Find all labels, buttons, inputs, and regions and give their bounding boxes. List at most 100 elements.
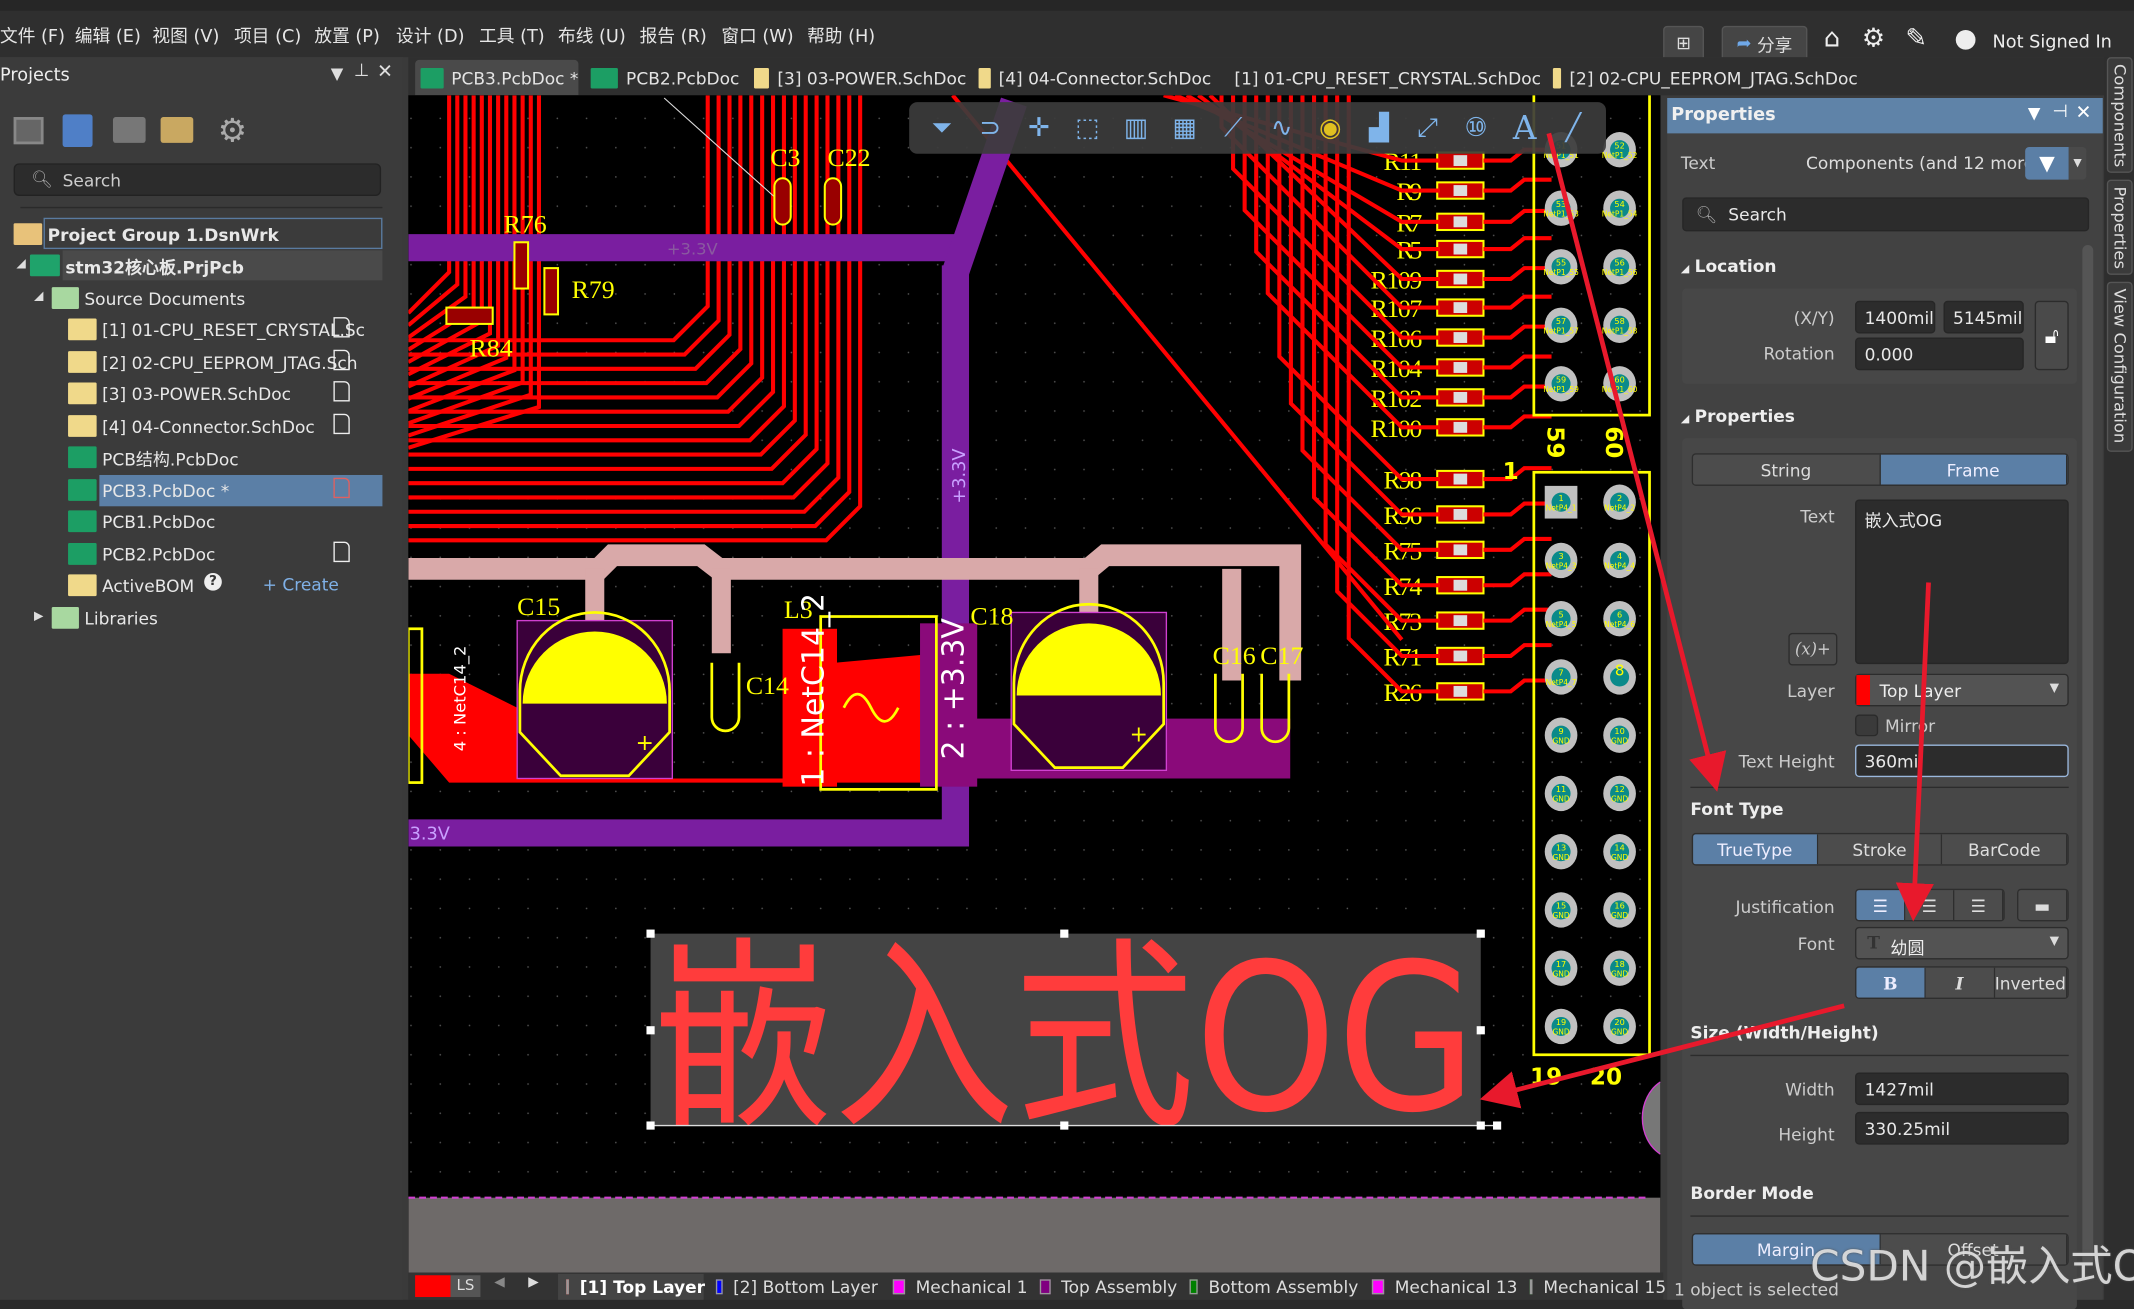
bold-button[interactable]: B bbox=[1856, 967, 1926, 998]
height-input[interactable]: 330.25mil bbox=[1855, 1111, 2069, 1145]
layer-scroll-right[interactable]: ▶ bbox=[524, 1275, 543, 1297]
font-select[interactable]: T 幼圆 ▼ bbox=[1855, 926, 2069, 960]
home-icon[interactable]: ⌂ bbox=[1824, 23, 1840, 53]
menu-item[interactable]: 窗口 (W) bbox=[721, 22, 793, 47]
y-input[interactable]: 5145mil bbox=[1943, 300, 2024, 334]
properties-scrollbar[interactable] bbox=[2082, 244, 2094, 1266]
pcb-drawing[interactable]: R11R9R7R5R109R107R106R104R102R100R98R96R… bbox=[408, 95, 1661, 1273]
smd-resistor[interactable] bbox=[513, 241, 530, 290]
panel-menu-icon[interactable]: ▼ bbox=[2028, 103, 2041, 122]
justify-center-button[interactable]: ☰ bbox=[1905, 890, 1955, 921]
smd-capacitor[interactable] bbox=[773, 177, 792, 226]
tree-item[interactable]: [1] 01-CPU_RESET_CRYSTAL.Sc bbox=[68, 314, 365, 344]
tree-item[interactable]: ActiveBOM? + Create bbox=[68, 570, 339, 600]
tree-item[interactable]: PCB3.PcbDoc * bbox=[68, 475, 350, 505]
inverted-button[interactable]: Inverted bbox=[1994, 967, 2068, 998]
layer-tab[interactable]: Bottom Assembly bbox=[1181, 1274, 1358, 1300]
polygon-icon[interactable]: ▟ bbox=[1359, 109, 1400, 147]
insert-expression-button[interactable]: (x)+ bbox=[1788, 632, 1838, 666]
tree-item[interactable]: PCB2.PcbDoc bbox=[68, 539, 350, 569]
properties-section-header[interactable]: ◢ Properties bbox=[1681, 406, 1795, 426]
toggle-option-string[interactable]: String bbox=[1693, 454, 1881, 485]
filter-button[interactable]: ▼ bbox=[2025, 146, 2069, 180]
tree-item[interactable]: ◢ Source Documents bbox=[34, 283, 246, 313]
expand-arrow-icon[interactable]: ▶ bbox=[34, 610, 43, 624]
length-tune-icon[interactable]: ∿ bbox=[1261, 109, 1302, 147]
tree-item[interactable]: ▶ Libraries bbox=[34, 603, 158, 633]
share-button[interactable]: ➦ 分享 bbox=[1721, 25, 1808, 62]
new-item-button[interactable]: ⊞ bbox=[1663, 25, 1704, 62]
via-icon[interactable]: ◉ bbox=[1310, 109, 1351, 147]
pcb-canvas[interactable]: R11 R9 R7 R5 R109 R107 R106 R104 R102 R100 R98 R96 R… bbox=[408, 95, 1661, 1273]
properties-search-input[interactable]: 🔍︎ Search bbox=[1682, 197, 2090, 232]
filter-icon[interactable]: ⏷ bbox=[921, 109, 962, 147]
x-input[interactable]: 1400mil bbox=[1855, 300, 1936, 334]
side-tab-view-configuration[interactable]: View Configuration bbox=[2106, 281, 2133, 452]
user-sign-in[interactable]: Not Signed In bbox=[1993, 33, 2112, 53]
collapse-arrow-icon[interactable]: ◢ bbox=[16, 257, 25, 271]
menu-item[interactable]: 视图 (V) bbox=[152, 22, 219, 47]
current-layer-swatch[interactable] bbox=[415, 1275, 451, 1298]
menu-item[interactable]: 帮助 (H) bbox=[807, 22, 875, 47]
text-value-textarea[interactable]: 嵌入式OG bbox=[1855, 499, 2069, 665]
menu-item[interactable]: 编辑 (E) bbox=[75, 22, 141, 47]
filter-dropdown-button[interactable]: ▼ bbox=[2068, 146, 2087, 180]
selection-handle[interactable] bbox=[1476, 1026, 1485, 1035]
gear-icon[interactable]: ⚙ bbox=[1862, 23, 1885, 53]
menu-item[interactable]: 布线 (U) bbox=[558, 22, 626, 47]
crosshair-icon[interactable]: ✛ bbox=[1018, 109, 1059, 147]
toggle-option-frame[interactable]: Frame bbox=[1880, 454, 2068, 485]
side-tab-components[interactable]: Components bbox=[2106, 57, 2133, 173]
menu-item[interactable]: 报告 (R) bbox=[640, 22, 707, 47]
align-icon[interactable]: ▥ bbox=[1116, 109, 1157, 147]
string-number-icon[interactable]: ⑩ bbox=[1456, 109, 1497, 147]
layer-tab[interactable]: [1] Top Layer bbox=[558, 1273, 705, 1300]
italic-button[interactable]: I bbox=[1925, 967, 1995, 998]
layer-set-button[interactable]: LS bbox=[450, 1275, 481, 1298]
document-tab[interactable]: [2] 02-CPU_EEPROM_JTAG.SchDoc bbox=[1547, 60, 1858, 95]
toggle-option-barcode[interactable]: BarCode bbox=[1942, 834, 2068, 865]
document-tab[interactable]: [1] 01-CPU_RESET_CRYSTAL.SchDoc bbox=[1221, 60, 1541, 95]
document-tab[interactable]: PCB2.PcbDoc bbox=[585, 60, 742, 95]
menu-item[interactable]: 设计 (D) bbox=[396, 22, 464, 47]
tree-item[interactable]: ◢ stm32核心板.PrjPcb bbox=[16, 250, 244, 280]
tree-item[interactable]: Project Group 1.DsnWrk bbox=[13, 219, 279, 249]
text-height-input[interactable]: 360mil bbox=[1855, 744, 2069, 778]
menu-item[interactable]: 放置 (P) bbox=[314, 22, 379, 47]
side-tab-properties[interactable]: Properties bbox=[2106, 179, 2133, 275]
selection-handle[interactable] bbox=[1476, 929, 1485, 938]
layer-tab[interactable]: Mechanical 1 bbox=[885, 1274, 1028, 1300]
menu-item[interactable]: 项目 (C) bbox=[234, 22, 301, 47]
route-icon[interactable]: ⊃ bbox=[970, 109, 1011, 147]
selection-handle[interactable] bbox=[646, 1026, 655, 1035]
location-section-header[interactable]: ◢ Location bbox=[1681, 256, 1777, 276]
lock-button[interactable]: 🔓︎ bbox=[2034, 300, 2069, 371]
user-avatar-icon[interactable]: ● bbox=[1954, 23, 1977, 53]
document-tab[interactable]: [3] 03-POWER.SchDoc bbox=[749, 60, 966, 95]
selection-handle[interactable] bbox=[1476, 1121, 1485, 1130]
pin-icon[interactable]: ⊣ bbox=[2052, 102, 2067, 122]
notifications-off-icon[interactable]: ✎ bbox=[1905, 23, 1927, 53]
tree-item[interactable]: [4] 04-Connector.SchDoc bbox=[68, 411, 350, 441]
selection-handle[interactable] bbox=[1060, 1121, 1069, 1130]
smd-resistor[interactable] bbox=[543, 267, 560, 316]
toggle-option-truetype[interactable]: TrueType bbox=[1693, 834, 1818, 865]
smd-capacitor[interactable] bbox=[823, 177, 843, 226]
width-input[interactable]: 1427mil bbox=[1855, 1072, 2069, 1106]
justify-left-button[interactable]: ☰ bbox=[1856, 890, 1906, 921]
toggle-option-stroke[interactable]: Stroke bbox=[1817, 834, 1943, 865]
menu-item[interactable]: 文件 (F) bbox=[0, 22, 65, 47]
selection-handle[interactable] bbox=[1493, 1121, 1502, 1130]
layer-tab[interactable]: Top Assembly bbox=[1032, 1274, 1177, 1300]
layer-tab[interactable]: [2] Bottom Layer bbox=[708, 1274, 878, 1300]
layer-scroll-left[interactable]: ◀ bbox=[490, 1275, 509, 1297]
layer-tab[interactable]: Mechanical 13 bbox=[1364, 1274, 1518, 1300]
select-rect-icon[interactable]: ⬚ bbox=[1067, 109, 1108, 147]
selection-handle[interactable] bbox=[646, 1121, 655, 1130]
document-tab[interactable]: PCB3.PcbDoc * bbox=[415, 59, 579, 96]
rotation-input[interactable]: 0.000 bbox=[1855, 337, 2024, 371]
collapse-arrow-icon[interactable]: ◢ bbox=[34, 290, 43, 304]
menu-item[interactable]: 工具 (T) bbox=[479, 22, 545, 47]
tree-item[interactable]: PCB结构.PcbDoc bbox=[68, 442, 239, 472]
tree-item[interactable]: [2] 02-CPU_EEPROM_JTAG.Sch bbox=[68, 347, 358, 377]
